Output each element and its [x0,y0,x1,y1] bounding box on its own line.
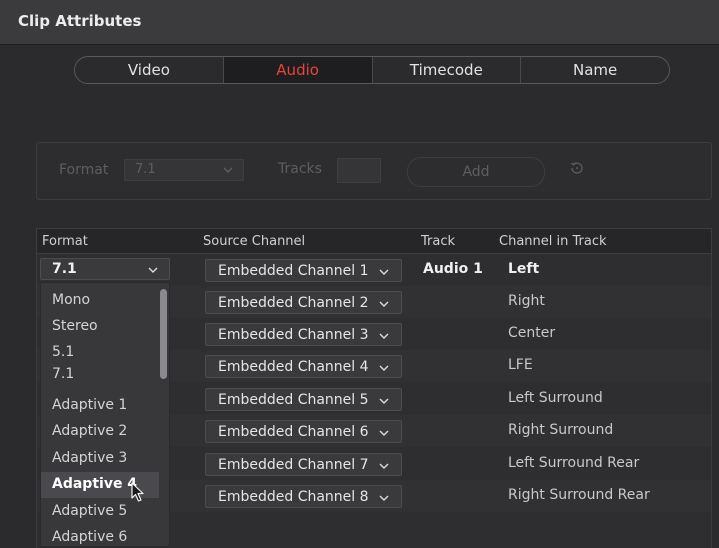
tab-name[interactable]: Name [521,57,669,83]
channel-in-track-value: Left Surround [508,390,603,406]
channel-in-track-value: Left [508,261,540,277]
header-track: Track [421,234,456,249]
source-channel-select[interactable]: Embedded Channel 3 [205,323,402,346]
dropdown-option-adaptive-2[interactable]: Adaptive 2 [41,419,159,445]
chevron-down-icon [379,398,389,404]
format-select[interactable]: 7.1 [40,258,170,280]
source-channel-value: Embedded Channel 4 [218,359,369,375]
channel-in-track-value: Right Surround [508,422,614,438]
chevron-down-icon [379,365,389,371]
track-value: Audio 1 [423,261,483,277]
chevron-down-icon [379,333,389,339]
tab-bar: Video Audio Timecode Name [74,56,670,84]
channel-in-track-value: Right [508,293,545,309]
chevron-down-icon [379,269,389,275]
header-source-channel: Source Channel [203,234,306,249]
chevron-down-icon [379,430,389,436]
format-bar: Format 7.1 Tracks Add [36,142,712,200]
source-channel-select[interactable]: Embedded Channel 7 [205,453,402,476]
window-title: Clip Attributes [18,12,142,30]
source-channel-select[interactable]: Embedded Channel 5 [205,388,402,411]
tab-video[interactable]: Video [75,57,224,83]
add-button[interactable]: Add [407,157,545,187]
source-channel-value: Embedded Channel 5 [218,392,369,408]
format-label: Format [59,162,109,178]
channel-in-track-value: Center [508,325,556,341]
tab-audio[interactable]: Audio [223,57,373,83]
dropdown-option-adaptive-3[interactable]: Adaptive 3 [41,446,159,472]
source-channel-value: Embedded Channel 6 [218,424,369,440]
reset-icon[interactable] [569,160,585,176]
dropdown-option-mono[interactable]: Mono [41,288,159,314]
header-format: Format [42,234,88,249]
format-select-disabled[interactable]: 7.1 [124,159,244,181]
tracks-input[interactable] [337,158,381,183]
source-channel-value: Embedded Channel 8 [218,489,369,505]
source-channel-select[interactable]: Embedded Channel 2 [205,291,402,314]
source-channel-select[interactable]: Embedded Channel 1 [205,259,402,282]
dropdown-scrollbar[interactable] [160,289,167,379]
table-header: Format Source Channel Track Channel in T… [37,229,711,254]
source-channel-value: Embedded Channel 1 [218,263,369,279]
mouse-pointer-icon [131,482,144,502]
channel-in-track-value: Left Surround Rear [508,455,640,471]
channel-in-track-value: Right Surround Rear [508,487,650,503]
source-channel-select[interactable]: Embedded Channel 4 [205,355,402,378]
chevron-down-icon [379,301,389,307]
chevron-down-icon [223,167,233,173]
format-select-value: 7.1 [135,162,156,177]
format-select-value: 7.1 [52,261,77,277]
chevron-down-icon [379,495,389,501]
format-dropdown-list: Mono Stereo 5.1 7.1 Adaptive 1 Adaptive … [40,282,170,547]
source-channel-select[interactable]: Embedded Channel 6 [205,420,402,443]
chevron-down-icon [379,463,389,469]
tracks-label: Tracks [278,161,322,177]
dropdown-option-adaptive-1[interactable]: Adaptive 1 [41,393,159,419]
source-channel-select[interactable]: Embedded Channel 8 [205,485,402,508]
dropdown-option-stereo[interactable]: Stereo [41,314,159,340]
source-channel-value: Embedded Channel 2 [218,295,369,311]
header-channel-in-track: Channel in Track [499,234,607,249]
chevron-down-icon [148,267,158,273]
dropdown-option-7-1[interactable]: 7.1 [41,362,159,388]
source-channel-value: Embedded Channel 7 [218,457,369,473]
dropdown-option-adaptive-6[interactable]: Adaptive 6 [41,525,159,546]
channel-in-track-value: LFE [508,357,533,373]
tab-timecode[interactable]: Timecode [373,57,522,83]
window-titlebar: Clip Attributes [0,0,719,45]
source-channel-value: Embedded Channel 3 [218,327,369,343]
